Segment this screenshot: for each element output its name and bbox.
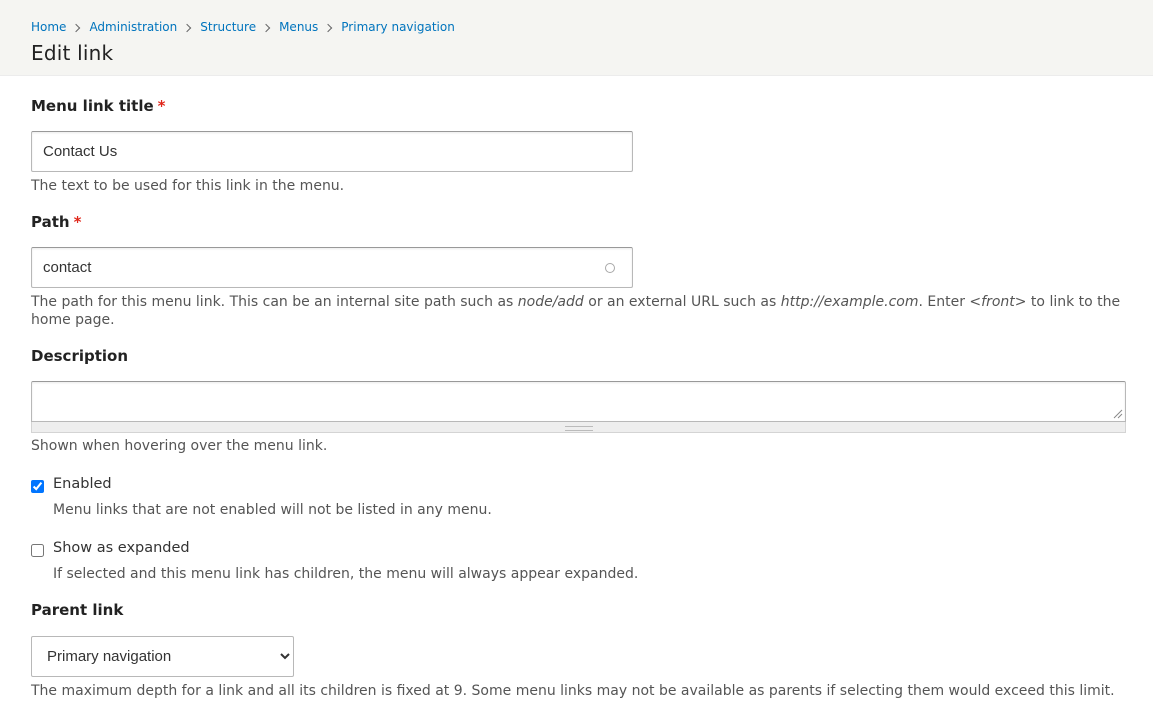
chevron-right-icon bbox=[261, 23, 271, 33]
path-description-text: The path for this menu link. This can be… bbox=[31, 294, 518, 310]
show-as-expanded-checkbox[interactable] bbox=[31, 544, 44, 557]
path-input[interactable] bbox=[31, 247, 633, 288]
parent-link-select[interactable]: Primary navigation bbox=[31, 636, 294, 677]
breadcrumb-home[interactable]: Home bbox=[31, 19, 66, 35]
chevron-right-icon bbox=[183, 23, 192, 33]
path-description: The path for this menu link. This can be… bbox=[31, 293, 1126, 329]
grip-lines-icon bbox=[565, 426, 593, 431]
required-marker: * bbox=[73, 213, 82, 231]
path-description-text: or an external URL such as bbox=[583, 294, 781, 310]
menu-link-title-label: Menu link title * bbox=[31, 97, 166, 115]
parent-link-label: Parent link bbox=[31, 601, 124, 619]
show-as-expanded-label[interactable]: Show as expanded bbox=[53, 540, 190, 556]
breadcrumb-structure[interactable]: Structure bbox=[200, 19, 256, 35]
required-marker: * bbox=[157, 97, 166, 115]
breadcrumb-administration[interactable]: Administration bbox=[89, 19, 177, 35]
description-help: Shown when hovering over the menu link. bbox=[31, 438, 328, 454]
enabled-label[interactable]: Enabled bbox=[53, 476, 112, 492]
resize-handle-icon[interactable] bbox=[1113, 409, 1123, 419]
breadcrumb-menus[interactable]: Menus bbox=[279, 19, 318, 35]
breadcrumb-primary-navigation[interactable]: Primary navigation bbox=[341, 19, 455, 35]
path-description-text: . Enter bbox=[918, 294, 970, 310]
enabled-checkbox[interactable] bbox=[31, 480, 44, 493]
page-header: Home Administration Structure Menus Prim… bbox=[0, 0, 1153, 76]
path-label-text: Path bbox=[31, 213, 70, 231]
menu-link-title-description: The text to be used for this link in the… bbox=[31, 178, 345, 194]
page-title: Edit link bbox=[31, 41, 114, 65]
textarea-grippie[interactable] bbox=[31, 422, 1126, 433]
path-example-internal: node/add bbox=[517, 294, 584, 310]
description-label: Description bbox=[31, 347, 129, 365]
chevron-right-icon bbox=[72, 23, 81, 33]
menu-link-title-input[interactable] bbox=[31, 131, 633, 172]
autocomplete-throbber-icon bbox=[605, 263, 615, 273]
show-as-expanded-description: If selected and this menu link has child… bbox=[53, 566, 639, 582]
parent-link-description: The maximum depth for a link and all its… bbox=[31, 683, 1115, 699]
path-example-external: http://example.com bbox=[780, 294, 919, 310]
breadcrumb: Home Administration Structure Menus Prim… bbox=[31, 19, 1122, 35]
path-label: Path * bbox=[31, 213, 81, 231]
description-textarea[interactable] bbox=[31, 381, 1126, 422]
enabled-description: Menu links that are not enabled will not… bbox=[53, 502, 492, 518]
menu-link-title-label-text: Menu link title bbox=[31, 97, 154, 115]
chevron-right-icon bbox=[324, 23, 333, 33]
path-example-front: <front> bbox=[969, 294, 1027, 310]
